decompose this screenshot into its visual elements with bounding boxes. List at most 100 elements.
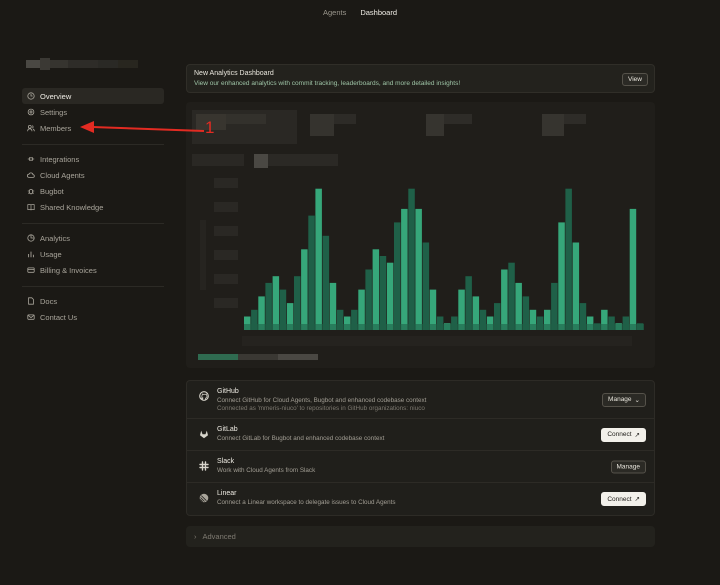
sidebar-group-tools: Integrations Cloud Agents Bugbot Shared …	[22, 151, 164, 224]
sidebar-item-cloud-agents[interactable]: Cloud Agents	[22, 167, 164, 183]
button-label: Connect	[607, 495, 632, 503]
github-manage-button[interactable]: Manage ⌄	[602, 392, 646, 407]
sidebar-item-label: Contact Us	[40, 312, 78, 322]
integration-linear: Linear Connect a Linear workspace to del…	[187, 483, 654, 515]
chart-legend	[198, 354, 318, 360]
chart-bar	[515, 282, 522, 330]
linear-connect-button[interactable]: Connect ↗	[601, 492, 646, 506]
usage-chart	[192, 110, 644, 360]
slack-manage-button[interactable]: Manage	[610, 460, 646, 473]
github-icon	[199, 391, 209, 401]
document-icon	[27, 297, 35, 305]
top-navigation: Agents Dashboard	[0, 0, 720, 24]
sidebar-group-account: Overview Settings Members	[22, 88, 164, 145]
analytics-banner: New Analytics Dashboard View our enhance…	[186, 64, 655, 93]
book-icon	[27, 203, 35, 211]
chart-bar	[272, 276, 280, 330]
cloud-icon	[27, 171, 35, 179]
sidebar-item-label: Members	[40, 123, 72, 133]
chevron-right-icon: ›	[194, 532, 197, 541]
sidebar-item-label: Usage	[40, 249, 62, 259]
chart-bar	[301, 249, 308, 330]
gitlab-connect-button[interactable]: Connect ↗	[601, 427, 646, 442]
integration-slack: Slack Work with Cloud Agents from Slack …	[187, 451, 654, 483]
sidebar-group-help: Docs Contact Us	[22, 293, 164, 333]
chart-bar	[501, 269, 508, 330]
sidebar-item-label: Docs	[40, 296, 58, 306]
sidebar-item-overview[interactable]: Overview	[22, 88, 164, 104]
advanced-label: Advanced	[202, 532, 236, 541]
chart-bar	[401, 208, 408, 330]
integration-name: GitLab	[217, 426, 238, 433]
bug-icon	[27, 187, 35, 195]
integration-description: Connect GitLab for Bugbot and enhanced c…	[217, 435, 385, 442]
chart-bar	[551, 282, 558, 330]
chart-bar	[394, 222, 401, 330]
chart-bar	[458, 289, 465, 330]
sidebar-item-docs[interactable]: Docs	[22, 293, 164, 309]
integration-description: Work with Cloud Agents from Slack	[217, 467, 316, 474]
chart-bar	[572, 242, 580, 330]
chart-bar	[279, 289, 287, 330]
redacted-team-name	[26, 58, 164, 70]
sidebar-item-label: Shared Knowledge	[40, 202, 104, 212]
chart-bar	[565, 188, 572, 330]
sidebar-item-label: Billing & Invoices	[40, 265, 97, 275]
sidebar-item-usage[interactable]: Usage	[22, 246, 164, 262]
chart-baseline	[244, 324, 644, 330]
plug-icon	[27, 155, 35, 163]
chart-bar	[629, 208, 637, 330]
mail-icon	[27, 313, 35, 321]
button-label: Manage	[608, 396, 632, 403]
sidebar-item-contact-us[interactable]: Contact Us	[22, 309, 164, 325]
sidebar-item-bugbot[interactable]: Bugbot	[22, 183, 164, 199]
chart-bar	[358, 289, 365, 330]
sidebar-item-analytics[interactable]: Analytics	[22, 230, 164, 246]
sidebar-group-billing: Analytics Usage Billing & Invoices	[22, 230, 164, 287]
chart-bar	[315, 188, 322, 330]
view-button[interactable]: View	[622, 73, 648, 86]
chart-bar	[322, 235, 330, 330]
chart-bar	[415, 208, 422, 330]
sidebar: Overview Settings Members Integrations C…	[22, 58, 164, 339]
sidebar-item-members[interactable]: Members	[22, 120, 164, 136]
credit-card-icon	[27, 266, 35, 274]
slack-icon	[199, 461, 209, 471]
external-link-icon: ↗	[634, 496, 640, 503]
sidebar-item-label: Bugbot	[40, 186, 64, 196]
sidebar-item-billing-invoices[interactable]: Billing & Invoices	[22, 262, 164, 278]
chart-bar	[386, 262, 394, 330]
chart-bars	[244, 188, 644, 330]
redacted-stats	[192, 110, 586, 168]
sidebar-item-integrations[interactable]: Integrations	[22, 151, 164, 167]
sidebar-item-shared-knowledge[interactable]: Shared Knowledge	[22, 199, 164, 215]
usage-chart-card	[186, 102, 655, 368]
banner-title: New Analytics Dashboard	[194, 70, 274, 77]
tab-agents[interactable]: Agents	[323, 8, 346, 17]
integration-description: Connect GitHub for Cloud Agents, Bugbot …	[217, 397, 427, 404]
chart-bar	[465, 276, 472, 330]
tab-dashboard[interactable]: Dashboard	[360, 8, 397, 17]
chart-bar	[508, 262, 515, 330]
x-axis-labels-redacted	[242, 336, 632, 346]
annotation-label: 1	[205, 118, 215, 137]
chart-bar	[365, 269, 372, 330]
sidebar-item-label: Integrations	[40, 154, 80, 164]
gear-icon	[27, 108, 35, 116]
sidebar-item-label: Settings	[40, 107, 68, 117]
y-axis-labels-redacted	[200, 178, 238, 308]
integration-github: GitHub Connect GitHub for Cloud Agents, …	[187, 381, 654, 419]
gitlab-icon	[199, 429, 209, 439]
integration-name: Linear	[217, 490, 237, 497]
main-content: New Analytics Dashboard View our enhance…	[186, 64, 655, 547]
advanced-section-toggle[interactable]: › Advanced	[186, 526, 655, 547]
banner-subtitle: View our enhanced analytics with commit …	[194, 80, 461, 87]
chevron-down-icon: ⌄	[634, 396, 640, 404]
chart-bar	[422, 242, 430, 330]
button-label: Manage	[616, 463, 641, 470]
users-icon	[27, 124, 35, 132]
sidebar-item-label: Cloud Agents	[40, 170, 85, 180]
sidebar-item-settings[interactable]: Settings	[22, 104, 164, 120]
sidebar-item-label: Analytics	[40, 233, 71, 243]
chart-bar	[379, 256, 387, 330]
